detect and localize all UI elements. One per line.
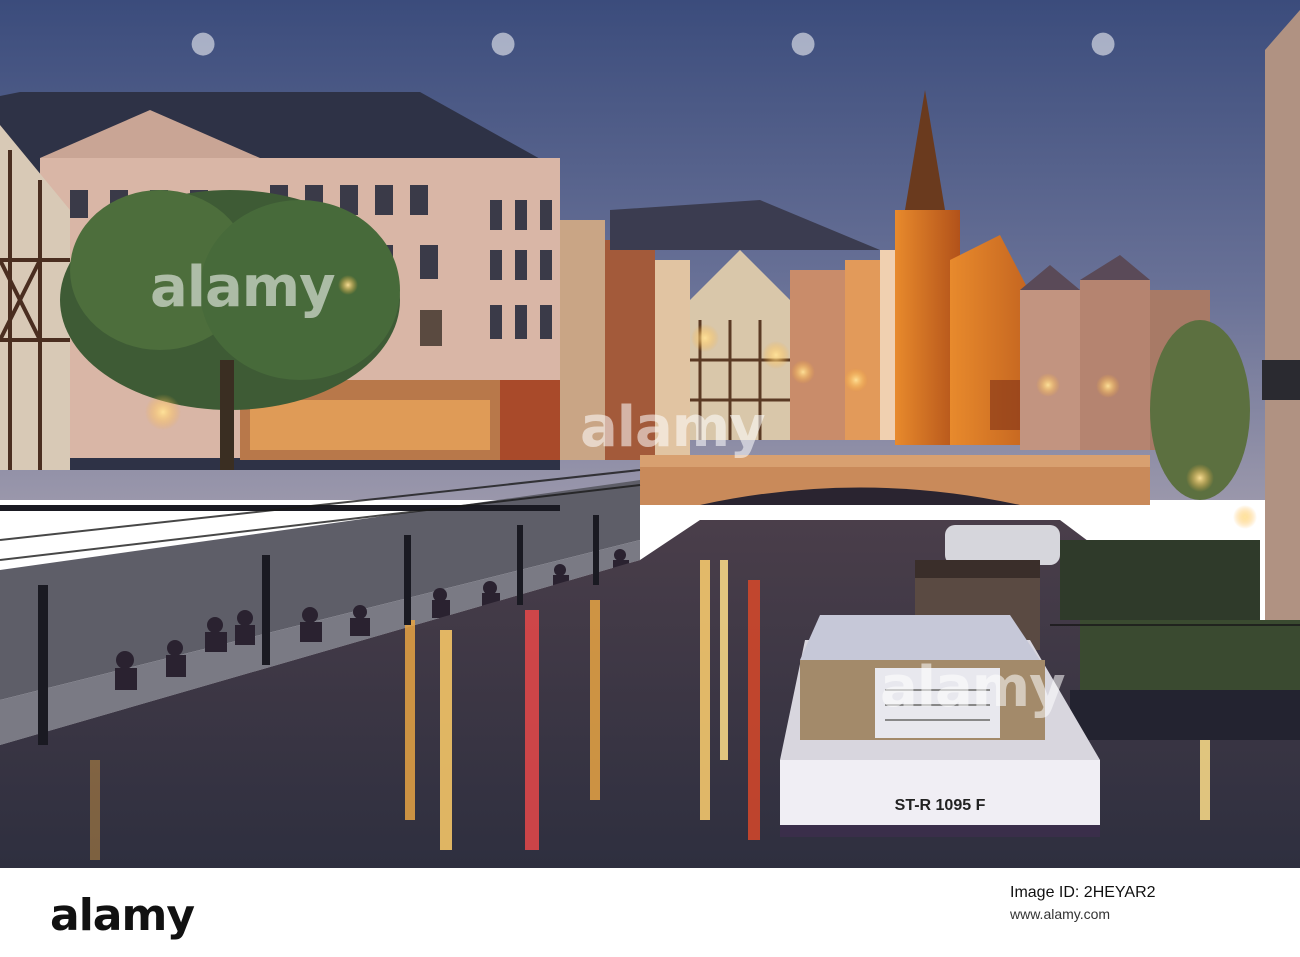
watermark: alamy — [150, 255, 336, 320]
watermark-dot: ● — [490, 25, 517, 60]
watermark-dot: ● — [190, 25, 217, 60]
watermark-dot: ● — [790, 25, 817, 60]
bridge — [640, 455, 1150, 505]
footer: alamy Image ID: 2HEYAR2 www.alamy.com — [0, 868, 1300, 957]
watermark: alamy — [580, 395, 766, 460]
source-url: www.alamy.com — [1010, 906, 1111, 922]
boat-plate: ST-R 1095 F — [895, 797, 986, 814]
flower-garden — [1060, 540, 1300, 740]
watermark: alamy — [880, 655, 1066, 720]
image-id: Image ID: 2HEYAR2 — [1010, 884, 1156, 901]
photo: ST-R 1095 F alamy alamy alamy ● ● ● ● — [0, 0, 1300, 868]
building-right-edge — [1262, 10, 1300, 620]
watermark-dot: ● — [1090, 25, 1117, 60]
alamy-logo: alamy — [50, 890, 195, 941]
